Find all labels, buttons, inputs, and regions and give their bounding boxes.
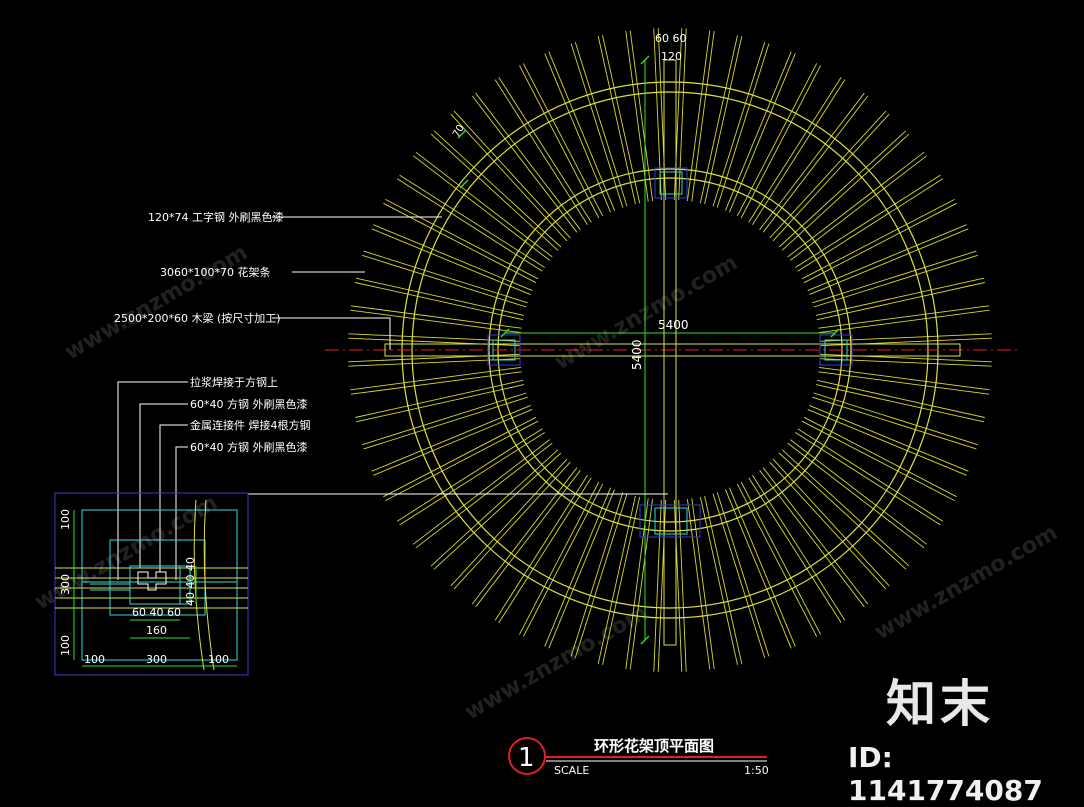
dim-span-vertical: 5400 <box>630 339 644 370</box>
rafter-line <box>759 470 865 608</box>
rafter-line <box>475 92 581 230</box>
detail-label-3: 金属连接件 焊接4根方钢 <box>190 418 311 432</box>
rafter-line <box>795 432 941 526</box>
rafter-line <box>752 79 846 225</box>
watermark-text-1: www.znzmo.com <box>61 240 252 365</box>
rafter-line <box>362 254 527 308</box>
rafter-line <box>399 432 545 526</box>
rafter-line <box>778 452 907 570</box>
watermark-id: ID: 1141774087 <box>848 741 1043 807</box>
rafter-line <box>759 92 865 230</box>
watermark-text-5: www.znzmo.com <box>871 520 1062 645</box>
dim-span-horizontal: 5400 <box>658 318 689 332</box>
dim-top-120: 120 <box>661 50 682 63</box>
watermark-brand-logo: 知末 <box>886 675 994 733</box>
rafter-line <box>362 392 527 446</box>
detail-label-4: 60*40 方钢 外刷黑色漆 <box>190 440 308 454</box>
rafter-line <box>712 493 766 658</box>
rafter-line <box>678 499 687 672</box>
rafter-line <box>570 43 624 208</box>
rafter-line <box>412 155 550 261</box>
rafter-line <box>450 113 568 242</box>
timber-beams <box>384 59 961 646</box>
label-i-beam: 120*74 工字钢 外刷黑色漆 <box>148 210 284 224</box>
rafter-line <box>813 392 978 446</box>
rafter-line <box>348 337 521 347</box>
rafter-line <box>494 79 588 225</box>
detail-dim-160: 160 <box>146 624 167 637</box>
rafter-line <box>812 396 977 450</box>
rafter-line <box>772 113 890 242</box>
rafter-line <box>790 155 928 261</box>
detail-dim-300-bottom: 300 <box>146 653 167 666</box>
rafter-line <box>819 337 992 347</box>
rafter-line <box>712 42 766 207</box>
drawing-number: 1 <box>518 743 535 773</box>
rafter-line <box>433 130 562 248</box>
detail-dim-100-left-bottom: 100 <box>59 635 72 656</box>
rafter-line <box>752 475 846 621</box>
rafter-line <box>673 499 683 672</box>
rafter-line <box>819 353 992 363</box>
rafter-line <box>399 174 545 268</box>
detail-label-1: 拉浆焊接于方钢上 <box>190 375 278 389</box>
rafter-line <box>716 492 770 657</box>
rafter-line <box>790 439 928 545</box>
rafter-line <box>574 42 628 207</box>
rafter-line <box>348 353 521 363</box>
detail-dim-60-40-60: 60 40 60 <box>132 606 181 619</box>
rafter-line <box>716 43 770 208</box>
rafter-line <box>475 470 581 608</box>
detail-label-2: 60*40 方钢 外刷黑色漆 <box>190 397 308 411</box>
detail-dim-100-left-top: 100 <box>59 509 72 530</box>
post-blocks <box>487 167 853 538</box>
rafter-line <box>450 458 568 587</box>
rafter-line <box>772 458 890 587</box>
drawing-title: 环形花架顶平面图 <box>594 737 714 755</box>
scale-label: SCALE <box>554 764 589 777</box>
rafter-line <box>412 439 550 545</box>
detail-dim-100-bottom-right: 100 <box>208 653 229 666</box>
rafter-line <box>363 396 528 450</box>
rafter-line <box>812 250 977 304</box>
dim-top-60-60: 60 60 <box>655 32 687 45</box>
rafter-line <box>657 499 667 672</box>
rafter-line <box>363 250 528 304</box>
rafter-line <box>795 174 941 268</box>
detail-dim-40-40-40: 40 40 40 <box>184 557 197 606</box>
rafter-line <box>433 452 562 570</box>
rafter-line <box>813 254 978 308</box>
dim-rafter-gap: 70 <box>451 123 467 140</box>
scale-value: 1:50 <box>744 764 769 777</box>
rafter-line <box>778 130 907 248</box>
rafter-line <box>494 475 588 621</box>
detail-dim-100-bottom-left: 100 <box>84 653 105 666</box>
